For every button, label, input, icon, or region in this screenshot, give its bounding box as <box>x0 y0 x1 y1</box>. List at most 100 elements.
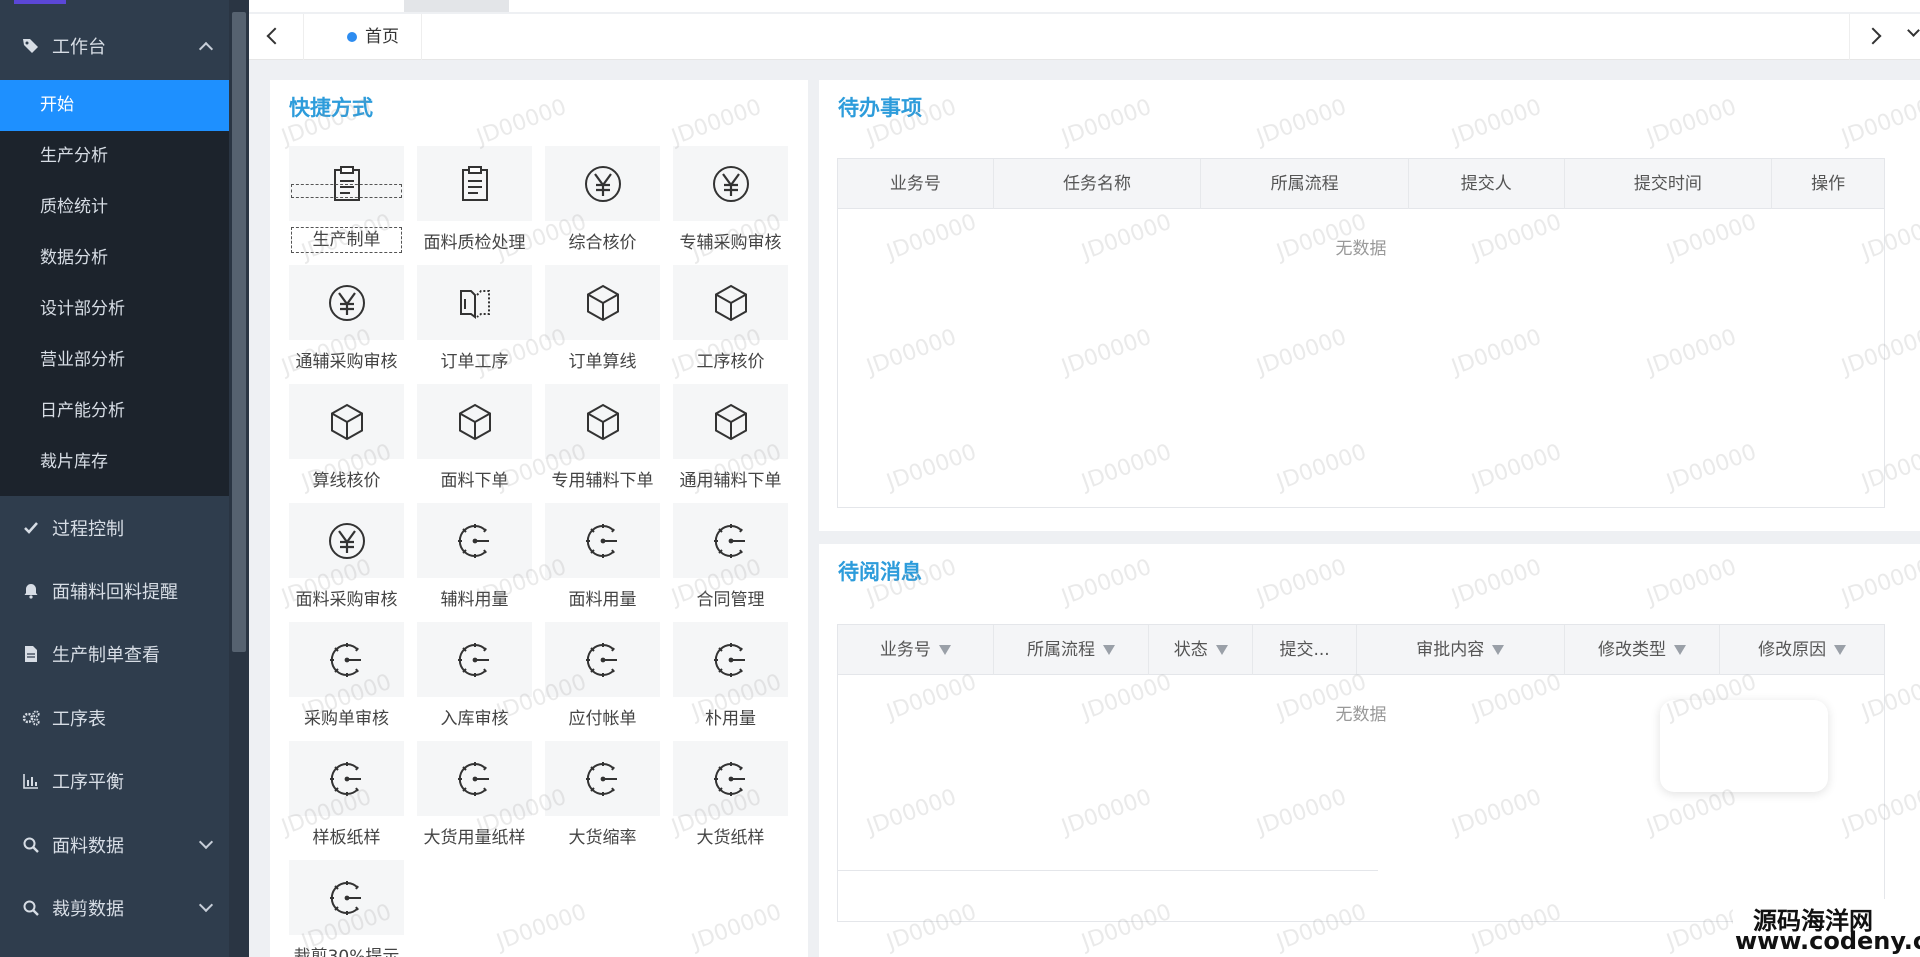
shortcut-tile[interactable]: 工序核价 <box>673 265 801 384</box>
column-header[interactable]: 状态 <box>1149 625 1254 675</box>
shortcut-label: 辅料用量 <box>440 590 509 610</box>
shortcut-tile[interactable]: 大货用量纸样 <box>417 741 545 860</box>
sidebar-submenu: 开始 生产分析 质检统计 数据分析 设计部分析 营业部分析 日产能分析 裁片库存 <box>0 80 229 496</box>
dial-icon <box>289 741 404 816</box>
shortcut-tile[interactable]: 算线核价 <box>289 384 417 503</box>
sidebar-group-material-reminder[interactable]: 面辅料回料提醒 <box>0 559 229 623</box>
sidebar-item-qc-stats[interactable]: 质检统计 <box>0 182 229 233</box>
column-header[interactable]: 提交人 <box>1409 159 1565 209</box>
sidebar-group-label: 工序表 <box>52 709 106 730</box>
sidebar-item-start[interactable]: 开始 <box>0 80 229 131</box>
sidebar-item-cut-stock[interactable]: 裁片库存 <box>0 437 229 488</box>
sidebar-group-process-table[interactable]: 工序表 <box>0 686 229 750</box>
shortcut-tile[interactable]: 订单工序 <box>417 265 545 384</box>
sidebar-item-data-analysis[interactable]: 数据分析 <box>0 233 229 284</box>
shortcut-tile[interactable]: 订单算线 <box>545 265 673 384</box>
sidebar-item-design-analysis[interactable]: 设计部分析 <box>0 284 229 335</box>
chevron-down-icon[interactable] <box>1907 24 1920 37</box>
sidebar-group-process-control[interactable]: 过程控制 <box>0 496 229 560</box>
shortcut-tile[interactable]: 面料质检处理 <box>417 146 545 265</box>
shortcut-tile[interactable]: 综合核价 <box>545 146 673 265</box>
shortcuts-panel: 快捷方式 生产制单 面料质检处理 综合核价 专辅采购审核 通辅采购审核 订单工序 订单算线 工… <box>270 80 808 957</box>
shortcut-tile[interactable]: 大货纸样 <box>673 741 801 860</box>
filter-icon[interactable] <box>1673 645 1686 655</box>
sidebar-group-order-view[interactable]: 生产制单查看 <box>0 622 229 686</box>
shortcut-label: 面料采购审核 <box>295 590 398 610</box>
sidebar-group-workbench[interactable]: 工作台 <box>0 14 229 78</box>
shortcut-label: 生产制单 <box>291 227 402 253</box>
sidebar-group-cutting-data[interactable]: 裁剪数据 <box>0 876 229 940</box>
dial-icon <box>673 503 788 578</box>
shortcut-tile[interactable]: 裁剪30%提示 <box>289 860 417 957</box>
cube-icon <box>289 384 404 459</box>
shortcut-label: 大货用量纸样 <box>423 828 526 848</box>
column-header[interactable]: 业务号 <box>838 159 994 209</box>
shortcut-label: 综合核价 <box>568 233 637 253</box>
cube-icon <box>673 265 788 340</box>
chevron-right-icon[interactable] <box>1864 27 1882 45</box>
scrollbar-thumb[interactable] <box>232 12 246 652</box>
scrollbar-track[interactable] <box>838 870 1378 871</box>
shortcut-label: 应付帐单 <box>568 709 637 729</box>
filter-icon[interactable] <box>1834 645 1847 655</box>
chevron-left-icon[interactable] <box>266 27 284 45</box>
tab-home[interactable]: 首页 <box>329 14 422 60</box>
filter-icon[interactable] <box>1103 645 1116 655</box>
column-header[interactable]: 审批内容 <box>1357 625 1565 675</box>
shortcut-tile[interactable]: 样板纸样 <box>289 741 417 860</box>
column-header[interactable]: 修改原因 <box>1720 625 1884 675</box>
shortcut-tile[interactable]: 面料下单 <box>417 384 545 503</box>
shortcut-tile[interactable]: 通辅采购审核 <box>289 265 417 384</box>
shortcut-tile[interactable]: 生产制单 <box>289 146 417 265</box>
shortcut-tile[interactable]: 专辅采购审核 <box>673 146 801 265</box>
filter-icon[interactable] <box>938 645 951 655</box>
column-header[interactable]: 操作 <box>1772 159 1884 209</box>
sidebar-item-sales-analysis[interactable]: 营业部分析 <box>0 335 229 386</box>
column-header[interactable]: 提交... <box>1253 625 1357 675</box>
yen-icon <box>289 503 404 578</box>
dial-icon <box>673 741 788 816</box>
shortcut-label: 面料质检处理 <box>423 233 526 253</box>
sidebar-item-daily-capacity[interactable]: 日产能分析 <box>0 386 229 437</box>
dial-icon <box>545 622 660 697</box>
check-icon <box>20 520 42 536</box>
sidebar-group-label: 过程控制 <box>52 519 124 540</box>
shortcut-tile[interactable]: 通用辅料下单 <box>673 384 801 503</box>
shortcut-tile[interactable]: 辅料用量 <box>417 503 545 622</box>
shortcut-tile[interactable]: 大货缩率 <box>545 741 673 860</box>
todo-title: 待办事项 <box>838 96 922 120</box>
column-header[interactable]: 提交时间 <box>1565 159 1773 209</box>
sidebar-group-process-balance[interactable]: 工序平衡 <box>0 749 229 813</box>
column-header[interactable]: 所属流程 <box>994 625 1150 675</box>
dial-icon <box>545 503 660 578</box>
column-header[interactable]: 任务名称 <box>994 159 1202 209</box>
shortcut-tile[interactable]: 朴用量 <box>673 622 801 741</box>
column-header[interactable]: 修改类型 <box>1565 625 1721 675</box>
shortcut-label: 订单算线 <box>568 352 637 372</box>
shortcut-tile[interactable]: 应付帐单 <box>545 622 673 741</box>
sidebar-item-production-analysis[interactable]: 生产分析 <box>0 131 229 182</box>
shortcut-tile[interactable]: 采购单审核 <box>289 622 417 741</box>
tags-icon <box>20 37 42 55</box>
filter-icon[interactable] <box>1492 645 1505 655</box>
yen-icon <box>545 146 660 221</box>
sidebar-group-label: 工序平衡 <box>52 772 124 793</box>
filter-icon[interactable] <box>1215 645 1228 655</box>
yen-icon <box>289 265 404 340</box>
sidebar-group-fabric-data[interactable]: 面料数据 <box>0 813 229 877</box>
header-tab[interactable] <box>404 0 509 12</box>
column-header[interactable]: 业务号 <box>838 625 994 675</box>
column-header[interactable]: 所属流程 <box>1201 159 1409 209</box>
shortcut-label: 通用辅料下单 <box>679 471 782 491</box>
shortcut-tile[interactable]: 面料用量 <box>545 503 673 622</box>
shortcut-tile[interactable]: 面料采购审核 <box>289 503 417 622</box>
shortcut-label: 入库审核 <box>440 709 509 729</box>
shortcut-tile[interactable]: 合同管理 <box>673 503 801 622</box>
sidebar-scrollbar[interactable] <box>229 0 249 957</box>
empty-text: 无数据 <box>1335 239 1387 259</box>
shortcut-label: 面料下单 <box>440 471 509 491</box>
shortcut-tile[interactable]: 入库审核 <box>417 622 545 741</box>
floating-popup[interactable] <box>1660 700 1828 792</box>
file-icon <box>20 646 42 662</box>
shortcut-tile[interactable]: 专用辅料下单 <box>545 384 673 503</box>
